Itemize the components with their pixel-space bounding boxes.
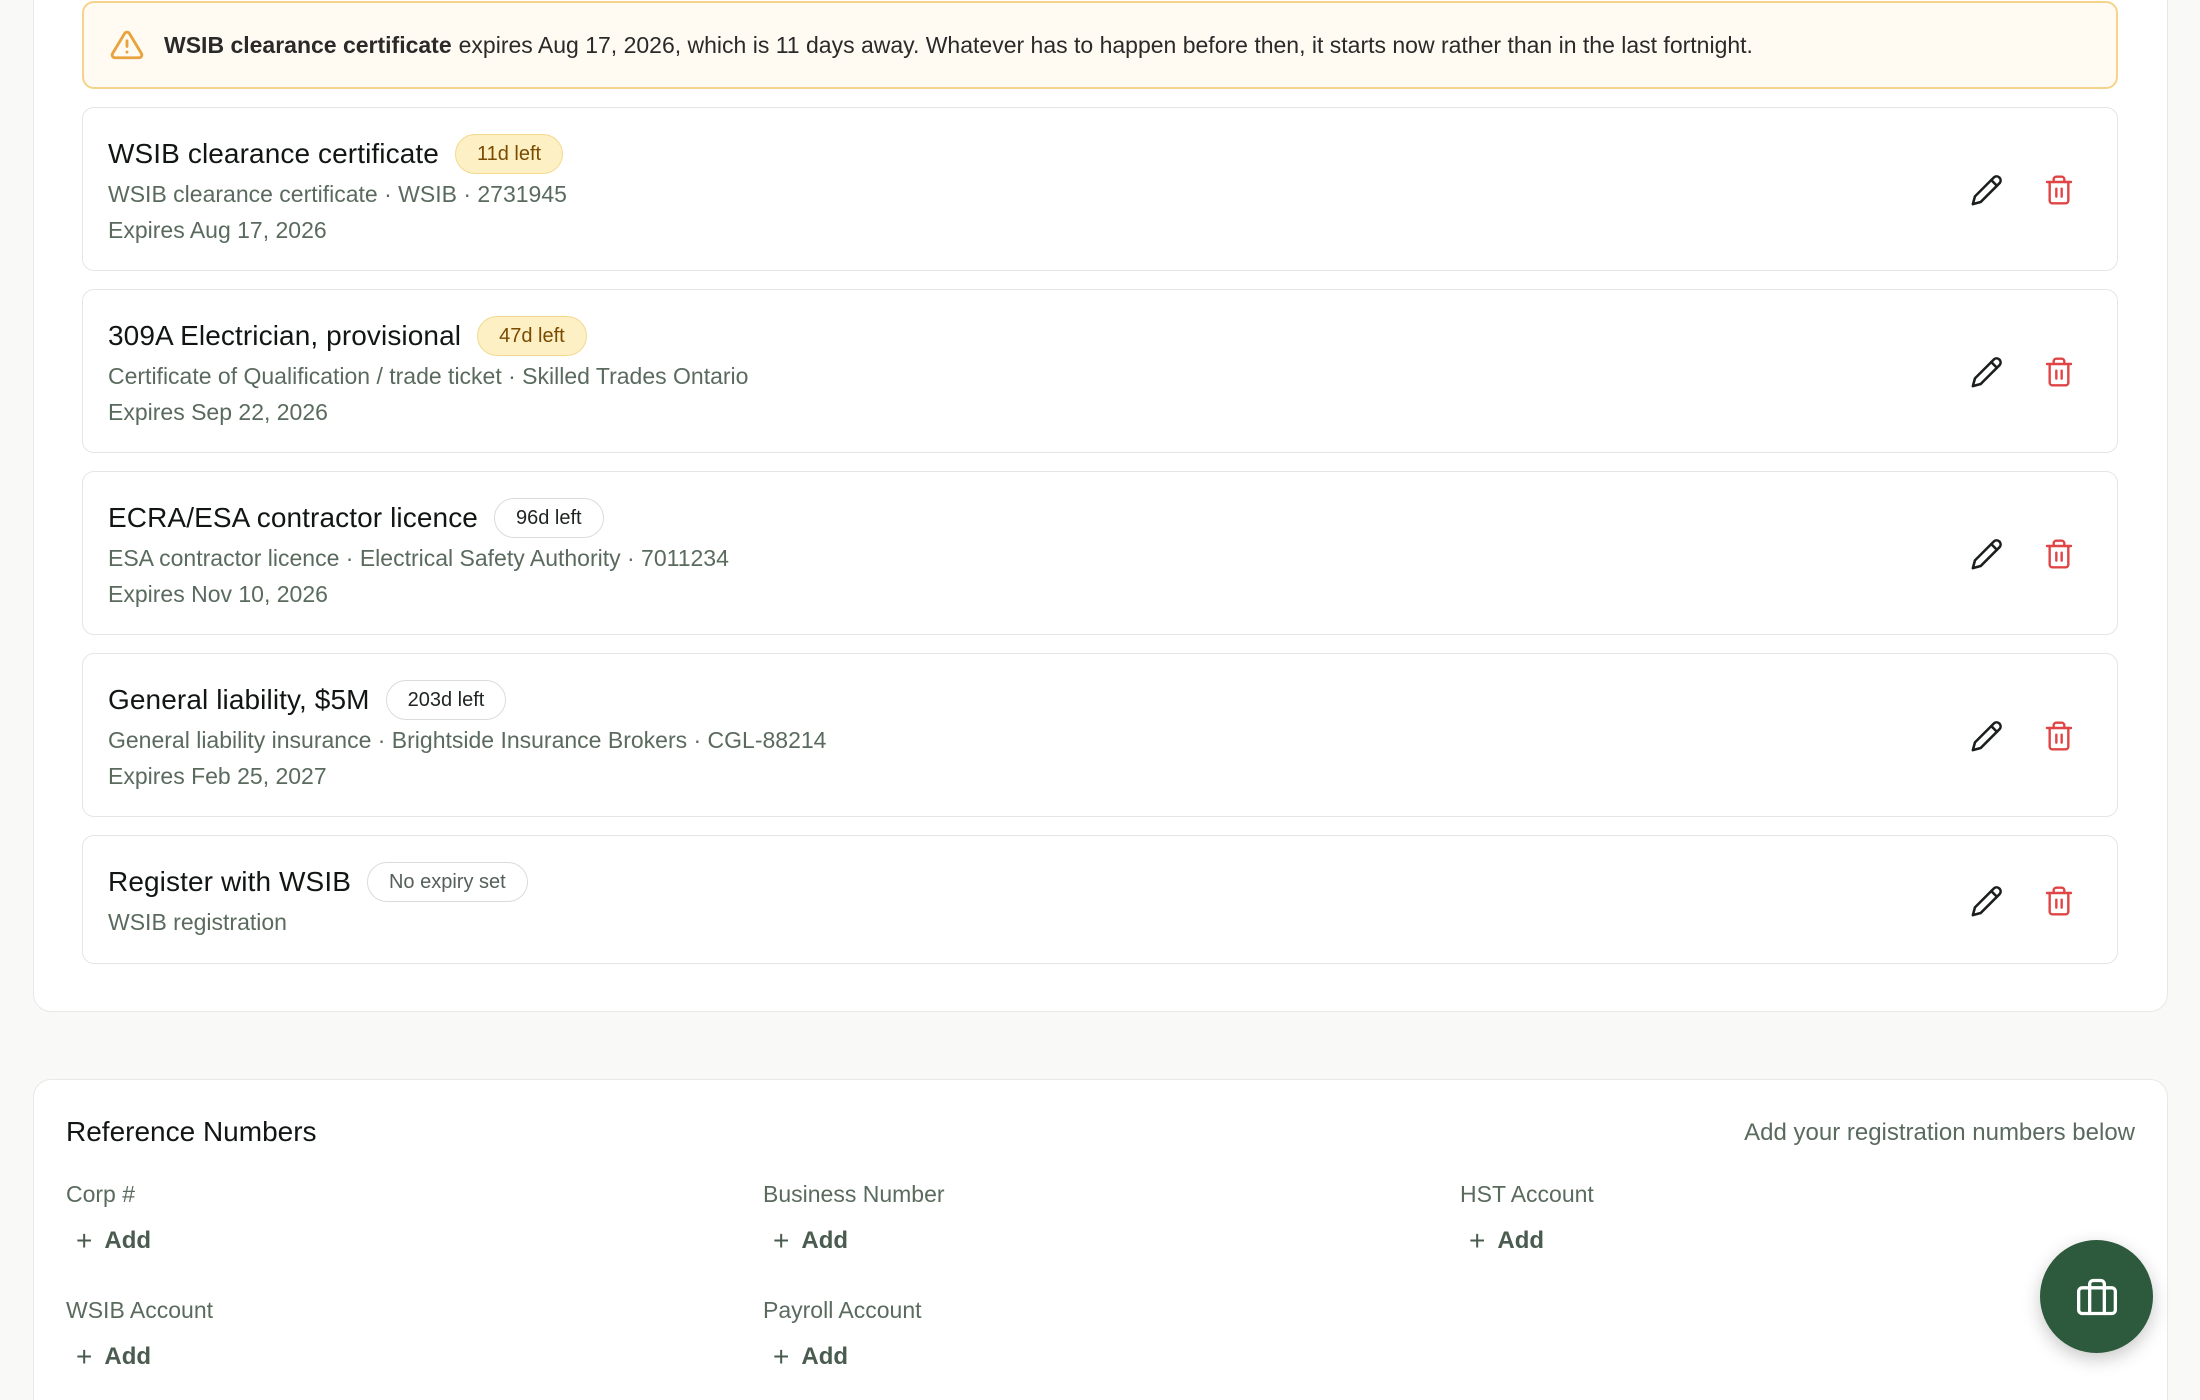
credential-expiry: Expires Nov 10, 2026 [108,581,328,607]
pencil-icon [1971,357,2002,388]
reference-numbers-title: Reference Numbers [66,1116,317,1147]
add-hst-account-button[interactable]: + Add [1469,1225,1544,1257]
credential-subtitle: General liability insurance · Brightside… [108,727,827,753]
credential-subtitle: WSIB registration [108,909,287,935]
delete-button[interactable] [2039,881,2079,921]
field-label-hst-account: HST Account [1460,1181,1594,1207]
add-corp-button[interactable]: + Add [76,1225,151,1257]
field-label-business-number: Business Number [763,1181,945,1207]
add-label: Add [801,1343,849,1370]
add-business-number-button[interactable]: + Add [773,1225,848,1257]
expiry-alert: WSIB clearance certificate expires Aug 1… [82,1,2118,89]
trash-icon [2045,886,2073,916]
credential-title: ECRA/ESA contractor licence [108,502,478,533]
alert-message: expires Aug 17, 2026, which is 11 days a… [458,31,1753,58]
warning-triangle-icon [110,30,144,60]
delete-button[interactable] [2039,716,2079,756]
plus-icon: + [1469,1225,1486,1256]
credential-expiry: Expires Aug 17, 2026 [108,217,327,243]
days-left-badge: 11d left [454,134,564,174]
trash-icon [2045,539,2073,569]
add-wsib-account-button[interactable]: + Add [76,1341,151,1373]
days-left-badge: 47d left [477,316,587,356]
trash-icon [2045,721,2073,751]
field-label-payroll-account: Payroll Account [763,1297,922,1323]
credential-subtitle: WSIB clearance certificate · WSIB · 2731… [108,181,567,207]
delete-button[interactable] [2039,534,2079,574]
pencil-icon [1971,721,2002,752]
pencil-icon [1971,886,2002,917]
field-label-wsib-account: WSIB Account [66,1297,214,1323]
delete-button[interactable] [2039,170,2079,210]
pencil-icon [1971,539,2002,570]
alert-item-name: WSIB clearance certificate [164,31,452,58]
briefcase-fab-button[interactable] [2040,1240,2153,1353]
credential-title: WSIB clearance certificate [108,138,439,169]
credential-card: ECRA/ESA contractor licence 96d left ESA… [82,471,2118,635]
credential-expiry: Expires Sep 22, 2026 [108,399,328,425]
edit-button[interactable] [1967,170,2007,210]
expiry-status-badge: No expiry set [366,862,528,902]
add-label: Add [1497,1227,1545,1254]
pencil-icon [1971,175,2002,206]
credential-title: General liability, $5M [108,684,370,715]
briefcase-icon [2076,1278,2117,1315]
credential-card: 309A Electrician, provisional 47d left C… [82,289,2118,453]
credential-subtitle: Certificate of Qualification / trade tic… [108,363,749,389]
credential-title: 309A Electrician, provisional [108,320,462,351]
field-label-corp: Corp # [66,1181,136,1207]
delete-button[interactable] [2039,352,2079,392]
edit-button[interactable] [1967,534,2007,574]
trash-icon [2045,357,2073,387]
edit-button[interactable] [1967,716,2007,756]
credential-card: WSIB clearance certificate 11d left WSIB… [82,107,2118,271]
credential-subtitle: ESA contractor licence · Electrical Safe… [108,545,729,571]
add-label: Add [801,1227,849,1254]
add-payroll-account-button[interactable]: + Add [773,1341,848,1373]
edit-button[interactable] [1967,352,2007,392]
trash-icon [2045,175,2073,205]
reference-numbers-hint: Add your registration numbers below [1744,1119,2135,1146]
plus-icon: + [76,1225,93,1256]
plus-icon: + [773,1341,790,1372]
days-left-badge: 203d left [385,680,507,720]
credential-card: Register with WSIB No expiry set WSIB re… [82,835,2118,964]
add-label: Add [104,1227,152,1254]
plus-icon: + [76,1341,93,1372]
credential-title: Register with WSIB [108,866,351,897]
days-left-badge: 96d left [493,498,604,538]
credential-card: General liability, $5M 203d left General… [82,653,2118,817]
credential-expiry: Expires Feb 25, 2027 [108,763,327,789]
edit-button[interactable] [1967,881,2007,921]
add-label: Add [104,1343,152,1370]
plus-icon: + [773,1225,790,1256]
